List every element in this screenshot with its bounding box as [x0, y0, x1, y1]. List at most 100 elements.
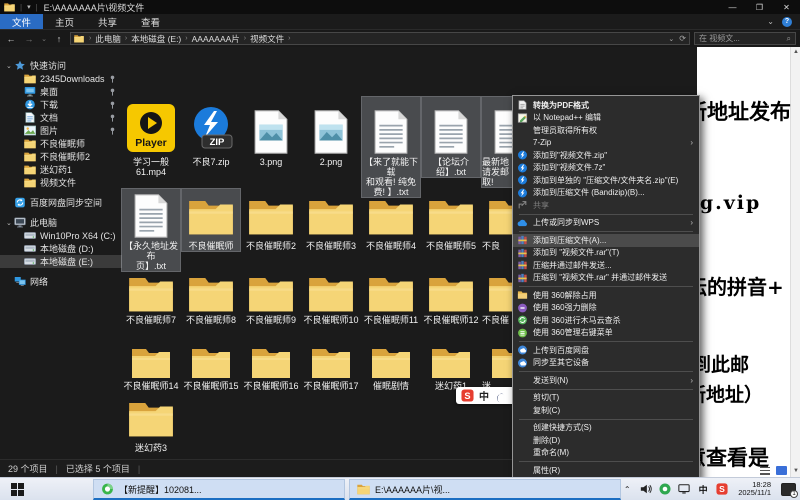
maximize-button[interactable]: ❐ — [746, 0, 773, 14]
360-safety-icon[interactable] — [659, 483, 671, 495]
menu-item-7-Zip[interactable]: 7-Zip› — [513, 137, 699, 150]
sidebar-item-不良催眠师2[interactable]: 不良催眠师2 — [0, 150, 122, 163]
menu-item-添加到压缩文件 (Bandizip)(B)...[interactable]: 添加到压缩文件 (Bandizip)(B)... — [513, 187, 699, 200]
file-tile[interactable]: 不良催眠师7 — [122, 269, 180, 325]
action-center-icon[interactable]: 1 — [781, 483, 796, 496]
menu-item-使用 360强力删除[interactable]: 使用 360强力删除 — [513, 302, 699, 315]
scroll-up-icon[interactable]: ▲ — [791, 47, 800, 58]
file-tile[interactable]: 迷幻药3 — [122, 391, 180, 453]
file-tile[interactable]: 不良催眠师9 — [242, 269, 300, 325]
file-tile[interactable]: 3.png — [242, 97, 300, 167]
file-tile[interactable]: ZIP不良7.zip — [182, 97, 240, 167]
taskbar-button[interactable]: E:\AAAAAA片\视... — [349, 479, 621, 500]
breadcrumb-segment[interactable]: 本地磁盘 (E:) — [129, 33, 183, 45]
file-tile[interactable]: 不良催眠师5 — [422, 189, 480, 251]
menu-item-转换为PDF格式[interactable]: 转换为PDF格式 — [513, 99, 699, 112]
breadcrumb-segment[interactable]: 视频文件 — [248, 33, 286, 45]
menu-item-上传或同步到WPS[interactable]: 上传或同步到WPS› — [513, 217, 699, 230]
sidebar-item-百度网盘同步空间[interactable]: 百度网盘同步空间 — [0, 196, 122, 209]
menu-item-添加到单独的 "压缩文件/文件夹名.zip"(E)[interactable]: 添加到单独的 "压缩文件/文件夹名.zip"(E) — [513, 174, 699, 187]
file-tile[interactable]: 不良催眠师16 — [242, 341, 300, 391]
sidebar-item-此电脑[interactable]: ⌄此电脑 — [0, 216, 122, 229]
menu-item-创建快捷方式(S)[interactable]: 创建快捷方式(S) — [513, 422, 699, 435]
file-tile[interactable]: 不良催眠师17 — [302, 341, 360, 391]
sogou-tray-icon[interactable]: S — [716, 483, 728, 495]
menu-item-添加到"视频文件.7z"[interactable]: 添加到"视频文件.7z" — [513, 162, 699, 175]
file-tile[interactable]: 不良催眠师2 — [242, 189, 300, 251]
file-tile[interactable]: 不良催眠师15 — [182, 341, 240, 391]
expander-chevron-icon[interactable]: ⌄ — [6, 62, 14, 70]
menu-item-属性(R)[interactable]: 属性(R) — [513, 464, 699, 477]
menu-item-压缩并通过邮件发送...[interactable]: 压缩并通过邮件发送... — [513, 259, 699, 272]
close-button[interactable]: ✕ — [773, 0, 800, 14]
tab-主页[interactable]: 主页 — [43, 14, 86, 29]
network-icon[interactable] — [678, 483, 690, 495]
back-button[interactable]: ← — [4, 34, 18, 44]
file-tile[interactable]: 【论坛介绍】.txt — [422, 97, 480, 177]
sogou-icon[interactable]: S — [461, 389, 474, 402]
tab-查看[interactable]: 查看 — [129, 14, 172, 29]
file-tile[interactable]: 不良催眠师4 — [362, 189, 420, 251]
menu-item-压缩到 "视频文件.rar" 并通过邮件发送[interactable]: 压缩到 "视频文件.rar" 并通过邮件发送 — [513, 272, 699, 285]
menu-item-添加到"视频文件.zip"[interactable]: 添加到"视频文件.zip" — [513, 149, 699, 162]
address-field[interactable]: ›此电脑›本地磁盘 (E:)›AAAAAAA片›视频文件› ⌄ ⟳ — [70, 32, 690, 45]
up-button[interactable]: ↑ — [52, 34, 66, 44]
breadcrumb-segment[interactable]: AAAAAAA片 — [190, 33, 242, 45]
file-tile[interactable]: 不良催眠师14 — [122, 341, 180, 391]
sidebar-item-本地磁盘 (E:)[interactable]: 本地磁盘 (E:) — [0, 255, 122, 268]
sidebar-item-文档[interactable]: 文档 — [0, 111, 122, 124]
hidden-icons-chevron[interactable]: ⌃ — [621, 483, 633, 495]
sidebar-item-桌面[interactable]: 桌面 — [0, 85, 122, 98]
sidebar-item-不良催眠师[interactable]: 不良催眠师 — [0, 137, 122, 150]
menu-item-使用 360管理右键菜单[interactable]: 使用 360管理右键菜单 — [513, 327, 699, 340]
file-tile[interactable]: 【永久地址发布页】.txt — [122, 189, 180, 271]
menu-item-使用 360解除占用[interactable]: 使用 360解除占用 — [513, 289, 699, 302]
sidebar-item-快速访问[interactable]: ⌄快速访问 — [0, 59, 122, 72]
file-tile[interactable]: 不良催眠师3 — [302, 189, 360, 251]
expander-chevron-icon[interactable]: ⌄ — [6, 219, 14, 227]
file-tile[interactable]: 不良催眠师8 — [182, 269, 240, 325]
chevron-down-icon[interactable]: ⌄ — [668, 35, 674, 43]
menu-item-重命名(M)[interactable]: 重命名(M) — [513, 447, 699, 460]
volume-icon[interactable] — [640, 483, 652, 495]
minimize-button[interactable]: — — [719, 0, 746, 14]
taskbar-clock[interactable]: 18:28 2025/11/1 — [735, 481, 774, 498]
refresh-icon[interactable]: ⟳ — [679, 34, 686, 43]
file-tile[interactable]: 2.png — [302, 97, 360, 167]
menu-item-使用 360进行木马云查杀[interactable]: 使用 360进行木马云查杀 — [513, 314, 699, 327]
file-tile[interactable]: 不良催眠师12 — [422, 269, 480, 325]
sidebar-item-图片[interactable]: 图片 — [0, 124, 122, 137]
start-button[interactable] — [0, 478, 34, 500]
scrollbar[interactable]: ▲ ▼ — [790, 47, 800, 477]
menu-item-添加到 "视频文件.rar"(T)[interactable]: 添加到 "视频文件.rar"(T) — [513, 247, 699, 260]
file-tile[interactable]: 不良催眠师10 — [302, 269, 360, 325]
menu-item-删除(D)[interactable]: 删除(D) — [513, 434, 699, 447]
file-tile[interactable]: 不良催眠师 — [182, 189, 240, 251]
file-tile[interactable]: 不良催眠师11 — [362, 269, 420, 325]
file-tile[interactable]: 催眠剧情 — [362, 341, 420, 391]
menu-item-发送到(N)[interactable]: 发送到(N)› — [513, 374, 699, 387]
file-tile[interactable]: 迷幻药1 — [422, 341, 480, 391]
sidebar-item-下载[interactable]: 下载 — [0, 98, 122, 111]
file-tile[interactable]: Player学习一般61.mp4 — [122, 97, 180, 177]
menu-item-管理员取得所有权[interactable]: 管理员取得所有权 — [513, 124, 699, 137]
chevron-down-icon[interactable]: ⌄ — [767, 17, 774, 26]
chevron-down-icon[interactable]: ▾ — [27, 3, 31, 11]
menu-item-上传到百度网盘[interactable]: 上传到百度网盘 — [513, 344, 699, 357]
file-tile[interactable]: 【来了就能下载和观看! 纯免费! 】.txt — [362, 97, 420, 197]
search-input[interactable]: 在 视频文... ⌕ — [694, 32, 796, 45]
ime-language-indicator[interactable]: 中 — [697, 483, 709, 495]
scroll-down-icon[interactable]: ▼ — [791, 466, 800, 477]
tab-共享[interactable]: 共享 — [86, 14, 129, 29]
moon-icon[interactable] — [494, 390, 505, 401]
window-icon[interactable] — [776, 466, 787, 475]
forward-button[interactable]: → — [22, 34, 36, 44]
ime-mode-indicator[interactable]: 中 — [479, 388, 489, 403]
history-chevron-icon[interactable]: ⌄ — [40, 35, 48, 43]
menu-item-以 Notepad++ 编辑[interactable]: 以 Notepad++ 编辑 — [513, 112, 699, 125]
taskbar-button[interactable]: 【新提醒】102081... — [93, 479, 345, 500]
sidebar-item-2345Downloads[interactable]: 2345Downloads — [0, 72, 122, 85]
tab-文件[interactable]: 文件 — [0, 14, 43, 29]
menu-item-添加到压缩文件(A)...[interactable]: 添加到压缩文件(A)... — [513, 234, 699, 247]
menu-item-同步至其它设备[interactable]: 同步至其它设备 — [513, 357, 699, 370]
